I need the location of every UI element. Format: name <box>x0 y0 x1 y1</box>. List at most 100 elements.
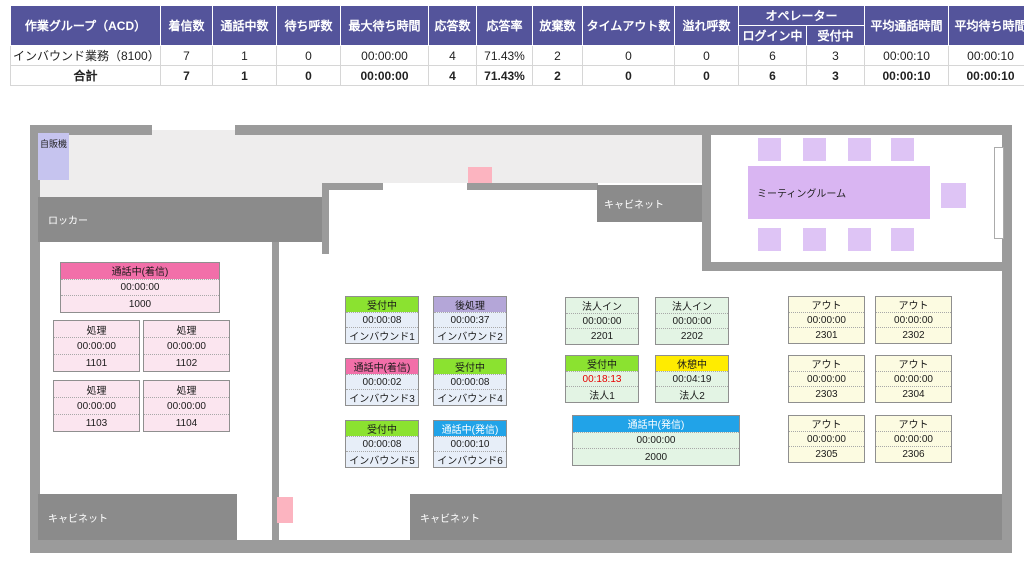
cell: 7 <box>161 66 213 86</box>
whiteboard <box>994 147 1004 239</box>
cell: 0 <box>277 46 341 66</box>
seat-status-label: アウト <box>876 297 951 312</box>
seat-2000[interactable]: 通話中(発信)00:00:002000 <box>572 415 740 466</box>
seat-name: 2202 <box>656 328 728 344</box>
seat-1104[interactable]: 処理00:00:001104 <box>143 380 230 432</box>
seat-timer: 00:00:08 <box>346 436 418 452</box>
seat-status-label: 受付中 <box>434 359 506 374</box>
cell: 0 <box>583 46 675 66</box>
seat-name: 2304 <box>876 386 951 402</box>
seat-2305[interactable]: アウト00:00:002305 <box>788 415 865 463</box>
meeting-chair <box>758 138 781 161</box>
seat-timer: 00:00:08 <box>434 374 506 390</box>
col-header-waiting: 待ち呼数 <box>277 6 341 46</box>
seat-timer: 00:00:00 <box>789 312 864 328</box>
cell: 4 <box>429 46 477 66</box>
col-header-timeout: タイムアウト数 <box>583 6 675 46</box>
seat-name: インバウンド1 <box>346 327 418 343</box>
seat-2201[interactable]: 法人イン00:00:002201 <box>565 297 639 345</box>
col-header-max-wait: 最大待ち時間 <box>341 6 429 46</box>
meeting-chair <box>941 183 966 208</box>
corridor-floor <box>38 130 702 183</box>
seat-インバウンド3[interactable]: 通話中(着信)00:00:02インバウンド3 <box>345 358 419 406</box>
seat-2302[interactable]: アウト00:00:002302 <box>875 296 952 344</box>
seat-name: 1000 <box>61 295 219 312</box>
seat-timer: 00:00:00 <box>61 279 219 296</box>
seat-status-label: 通話中(着信) <box>346 359 418 374</box>
meeting-room-table: ミーティングルーム <box>748 166 930 219</box>
seat-2304[interactable]: アウト00:00:002304 <box>875 355 952 403</box>
seat-timer: 00:00:02 <box>346 374 418 390</box>
floor-map: 自販機 ロッカー キャビネット キャビネット キャビネット ミーティングルーム … <box>28 118 1014 555</box>
seat-status-label: アウト <box>876 416 951 431</box>
locker-label: ロッカー <box>48 212 88 227</box>
seat-name: 2305 <box>789 446 864 462</box>
seat-1000[interactable]: 通話中(着信)00:00:001000 <box>60 262 220 313</box>
seat-timer: 00:00:37 <box>434 312 506 328</box>
seat-インバウンド1[interactable]: 受付中00:00:08インバウンド1 <box>345 296 419 344</box>
col-header-abandoned: 放棄数 <box>533 6 583 46</box>
cell-group-name: 合計 <box>11 66 161 86</box>
col-header-answer-rate: 応答率 <box>477 6 533 46</box>
cell: 7 <box>161 46 213 66</box>
seat-status-label: 受付中 <box>566 356 638 371</box>
seat-name: インバウンド6 <box>434 451 506 467</box>
col-header-operator-group: オペレーター <box>739 6 865 26</box>
seat-status-label: 通話中(着信) <box>61 263 219 279</box>
acd-row-total: 合計 7 1 0 00:00:00 4 71.43% 2 0 0 6 3 00:… <box>11 66 1024 86</box>
seat-2301[interactable]: アウト00:00:002301 <box>788 296 865 344</box>
seat-1101[interactable]: 処理00:00:001101 <box>53 320 140 372</box>
seat-status-label: 処理 <box>54 381 139 397</box>
seat-status-label: 処理 <box>144 381 229 397</box>
cabinet-middle: キャビネット <box>597 185 702 222</box>
seat-timer: 00:00:00 <box>566 313 638 329</box>
call-center-monitor: { "table": { "columns": ["作業グループ（ACD）","… <box>0 0 1024 564</box>
seat-name: インバウンド2 <box>434 327 506 343</box>
seat-status-label: アウト <box>789 297 864 312</box>
seat-インバウンド2[interactable]: 後処理00:00:37インバウンド2 <box>433 296 507 344</box>
cabinet-bottom-right: キャビネット <box>410 494 1002 540</box>
wall-top-right <box>235 125 1012 135</box>
col-header-talking: 通話中数 <box>213 6 277 46</box>
seat-timer: 00:00:00 <box>789 431 864 447</box>
meeting-room-label: ミーティングルーム <box>757 185 846 200</box>
cell: 2 <box>533 46 583 66</box>
meeting-chair <box>891 228 914 251</box>
acd-row-inbound: インバウンド業務（8100） 7 1 0 00:00:00 4 71.43% 2… <box>11 46 1024 66</box>
seat-インバウンド5[interactable]: 受付中00:00:08インバウンド5 <box>345 420 419 468</box>
wall-meeting-left <box>702 125 711 271</box>
col-header-logged-in: ログイン中 <box>739 26 807 46</box>
vending-machine-label: 自販機 <box>40 139 67 149</box>
cabinet-label: キャビネット <box>604 196 664 211</box>
door-marker-bottom <box>277 497 293 523</box>
wall-corridor-2 <box>467 183 598 190</box>
seat-status-label: 受付中 <box>346 297 418 312</box>
seat-2306[interactable]: アウト00:00:002306 <box>875 415 952 463</box>
col-header-avg-talk: 平均通話時間 <box>865 6 949 46</box>
cell: 00:00:10 <box>949 66 1024 86</box>
meeting-chair <box>803 228 826 251</box>
cabinet-label: キャビネット <box>48 510 108 525</box>
wall-room-divider <box>272 242 279 540</box>
wall-left <box>30 125 40 553</box>
col-header-answered: 応答数 <box>429 6 477 46</box>
seat-インバウンド4[interactable]: 受付中00:00:08インバウンド4 <box>433 358 507 406</box>
seat-2202[interactable]: 法人イン00:00:002202 <box>655 297 729 345</box>
vending-machine: 自販機 <box>38 133 69 180</box>
seat-name: 法人1 <box>566 386 638 402</box>
cell: 71.43% <box>477 46 533 66</box>
seat-2303[interactable]: アウト00:00:002303 <box>788 355 865 403</box>
meeting-chair <box>848 228 871 251</box>
seat-インバウンド6[interactable]: 通話中(発信)00:00:10インバウンド6 <box>433 420 507 468</box>
seat-name: 2303 <box>789 386 864 402</box>
seat-1102[interactable]: 処理00:00:001102 <box>143 320 230 372</box>
seat-name: 2301 <box>789 327 864 343</box>
cabinet-label: キャビネット <box>420 510 480 525</box>
seat-法人2[interactable]: 休憩中00:04:19法人2 <box>655 355 729 403</box>
seat-法人1[interactable]: 受付中00:18:13法人1 <box>565 355 639 403</box>
seat-status-label: 処理 <box>144 321 229 337</box>
seat-1103[interactable]: 処理00:00:001103 <box>53 380 140 432</box>
seat-timer: 00:00:00 <box>876 312 951 328</box>
col-header-overflow: 溢れ呼数 <box>675 6 739 46</box>
seat-name: 1102 <box>144 354 229 371</box>
